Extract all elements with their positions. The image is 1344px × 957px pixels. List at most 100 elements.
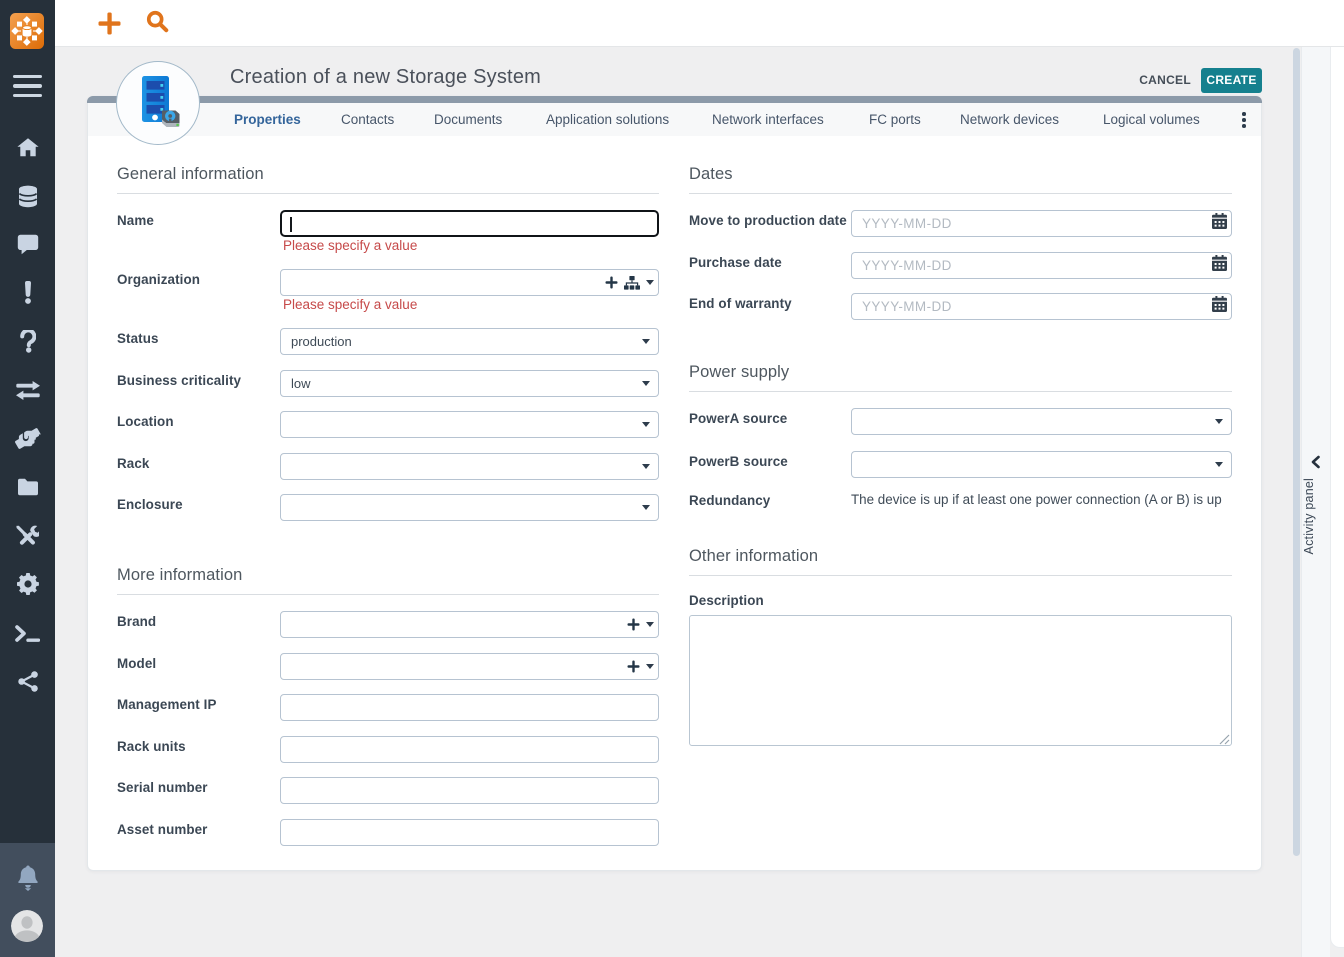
rack-select[interactable] <box>280 452 659 480</box>
end-of-warranty-label: End of warranty <box>689 296 792 311</box>
sidebar-item-synchronization[interactable] <box>0 663 55 699</box>
global-search-icon[interactable] <box>146 10 169 33</box>
new-object-plus-icon[interactable] <box>98 12 121 35</box>
calendar-icon[interactable] <box>1212 254 1227 276</box>
database-icon <box>18 185 38 208</box>
caret-down-icon[interactable] <box>642 422 650 427</box>
more-tabs-kebab-icon[interactable] <box>1237 109 1251 131</box>
chevron-left-icon[interactable] <box>1309 455 1323 469</box>
comment-icon <box>17 234 39 255</box>
tab-network-interfaces[interactable]: Network interfaces <box>712 103 824 136</box>
rack-units-input[interactable] <box>280 735 659 763</box>
management-ip-input[interactable] <box>280 694 659 721</box>
caret-down-icon[interactable] <box>646 280 654 285</box>
caret-down-icon[interactable] <box>642 505 650 510</box>
calendar-icon[interactable] <box>1212 213 1227 234</box>
status-control: production <box>280 328 659 355</box>
sidebar-item-admin-tools[interactable] <box>0 518 55 554</box>
tab-properties[interactable]: Properties <box>234 103 301 136</box>
name-input[interactable] <box>280 210 659 237</box>
field-row-purchase-date: Purchase date YYYY-MM-DD <box>689 251 1232 279</box>
powera-source-select[interactable] <box>851 408 1232 435</box>
tab-contacts[interactable]: Contacts <box>341 103 394 136</box>
sitemap-icon[interactable] <box>624 275 640 290</box>
question-icon <box>19 329 36 353</box>
asset-number-input[interactable] <box>280 818 659 846</box>
plus-icon[interactable] <box>605 276 618 289</box>
page-scrollbar-thumb[interactable] <box>1293 48 1300 856</box>
activity-panel-collapsed[interactable]: Activity panel <box>1301 47 1330 957</box>
sidebar-item-problem-management[interactable] <box>0 323 55 359</box>
serial-number-label: Serial number <box>117 780 208 795</box>
field-row-rack-units: Rack units <box>117 735 659 763</box>
description-textarea[interactable] <box>689 615 1232 746</box>
caret-down-icon[interactable] <box>646 663 654 669</box>
enclosure-label: Enclosure <box>117 497 183 512</box>
model-input[interactable] <box>280 652 659 680</box>
sidebar-item-system-settings[interactable] <box>0 566 55 602</box>
field-row-rack: Rack <box>117 452 659 480</box>
caret-down-icon[interactable] <box>1215 419 1223 424</box>
sidebar-item-incident-management[interactable] <box>0 274 55 310</box>
caret-down-icon[interactable] <box>642 463 650 469</box>
sidebar-item-data-administration[interactable] <box>0 178 55 214</box>
caret-down-icon[interactable] <box>642 380 650 386</box>
caret-down-icon[interactable] <box>1215 462 1223 467</box>
sidebar-item-service-management[interactable] <box>0 420 55 456</box>
page: { "colors": { "accent_orange": "#e0741c"… <box>0 0 1344 957</box>
plus-icon[interactable] <box>627 618 640 631</box>
purchase-date-input[interactable]: YYYY-MM-DD <box>851 251 1232 279</box>
notifications-bell-icon[interactable] <box>0 861 55 893</box>
enclosure-select[interactable] <box>280 494 659 521</box>
status-select[interactable]: production <box>280 328 659 355</box>
field-row-management-ip: Management IP <box>117 694 659 721</box>
plus-icon[interactable] <box>627 660 640 673</box>
section-title: More information <box>117 565 659 595</box>
end-of-warranty-placeholder: YYYY-MM-DD <box>862 299 952 314</box>
tab-fc-ports[interactable]: FC ports <box>869 103 921 136</box>
tab-application-solutions[interactable]: Application solutions <box>546 103 669 136</box>
caret-down-icon[interactable] <box>642 339 650 344</box>
tab-logical-volumes[interactable]: Logical volumes <box>1103 103 1200 136</box>
tab-network-devices[interactable]: Network devices <box>960 103 1059 136</box>
enclosure-control <box>280 494 659 521</box>
exchange-icon <box>15 380 40 400</box>
caret-down-icon[interactable] <box>646 622 654 627</box>
user-avatar[interactable] <box>11 910 43 942</box>
sidebar-item-home[interactable] <box>0 129 55 165</box>
rack-units-control <box>280 735 659 763</box>
sidebar-item-console[interactable] <box>0 615 55 651</box>
organization-input[interactable] <box>280 269 659 296</box>
move-to-production-date-input[interactable]: YYYY-MM-DD <box>851 210 1232 237</box>
field-row-status: Status production <box>117 328 659 355</box>
sidebar-item-helpdesk[interactable] <box>0 226 55 262</box>
card-top-strip <box>87 96 1262 103</box>
business-criticality-select[interactable]: low <box>280 369 659 397</box>
name-label: Name <box>117 213 154 228</box>
object-class-medallion <box>116 61 200 145</box>
tools-icon <box>16 525 39 548</box>
location-control <box>280 411 659 438</box>
sidebar-item-change-management[interactable] <box>0 372 55 408</box>
sidebar <box>0 0 55 957</box>
end-of-warranty-input[interactable]: YYYY-MM-DD <box>851 293 1232 320</box>
brand-input[interactable] <box>280 611 659 638</box>
create-button[interactable]: CREATE <box>1201 68 1262 93</box>
powerb-source-select[interactable] <box>851 451 1232 478</box>
sidebar-item-configuration-management[interactable] <box>0 469 55 505</box>
status-label: Status <box>117 331 159 346</box>
location-select[interactable] <box>280 411 659 438</box>
rack-label: Rack <box>117 455 150 471</box>
field-row-move-to-production-date: Move to production date YYYY-MM-DD <box>689 210 1232 237</box>
itop-logo[interactable] <box>10 13 44 49</box>
organization-control <box>280 269 659 296</box>
field-row-organization: Organization Please specify a value <box>117 269 659 312</box>
sidebar-bottom <box>0 843 55 957</box>
menu-toggle-hamburger-icon[interactable] <box>13 75 42 97</box>
tab-documents[interactable]: Documents <box>434 103 502 136</box>
calendar-icon[interactable] <box>1212 296 1227 317</box>
business-criticality-value: low <box>291 375 311 391</box>
cancel-button[interactable]: CANCEL <box>1139 73 1191 87</box>
storage-system-icon <box>133 74 183 133</box>
serial-number-input[interactable] <box>280 777 659 804</box>
